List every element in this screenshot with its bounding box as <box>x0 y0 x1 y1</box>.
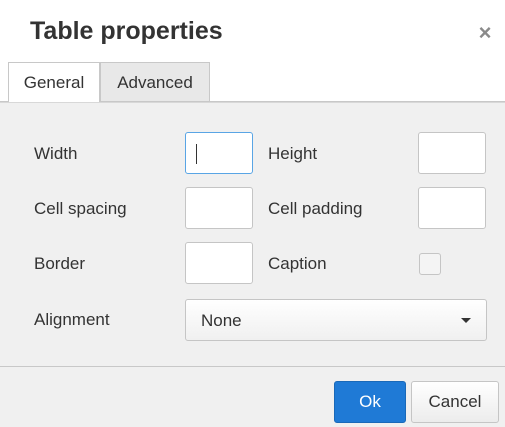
alignment-selected-value: None <box>201 311 242 330</box>
dialog-title: Table properties <box>30 17 223 45</box>
height-input[interactable] <box>418 132 486 174</box>
close-icon[interactable]: × <box>474 22 496 44</box>
dialog-footer: Ok Cancel <box>0 366 505 427</box>
tab-bar: General Advanced <box>0 62 505 103</box>
alignment-label: Alignment <box>34 310 110 329</box>
height-label: Height <box>268 144 318 163</box>
cell-spacing-label: Cell spacing <box>34 199 127 218</box>
border-input[interactable] <box>185 242 253 284</box>
cell-padding-input[interactable] <box>418 187 486 229</box>
tab-general[interactable]: General <box>8 62 100 103</box>
border-label: Border <box>34 254 86 273</box>
cell-padding-label: Cell padding <box>268 199 363 218</box>
general-panel: Width Height Cell spacing Cell padding B… <box>0 102 505 366</box>
ok-button[interactable]: Ok <box>334 381 406 423</box>
table-properties-dialog: Table properties × General Advanced Widt… <box>0 0 505 427</box>
width-input[interactable] <box>185 132 253 174</box>
alignment-select[interactable]: None <box>185 299 487 341</box>
caption-label: Caption <box>268 254 327 273</box>
chevron-down-icon <box>461 318 471 323</box>
width-label: Width <box>34 144 78 163</box>
dialog-header: Table properties × <box>0 0 505 62</box>
caption-checkbox[interactable] <box>419 253 441 275</box>
cancel-button[interactable]: Cancel <box>411 381 499 423</box>
tab-advanced[interactable]: Advanced <box>100 62 210 102</box>
cell-spacing-input[interactable] <box>185 187 253 229</box>
text-cursor <box>196 144 197 164</box>
